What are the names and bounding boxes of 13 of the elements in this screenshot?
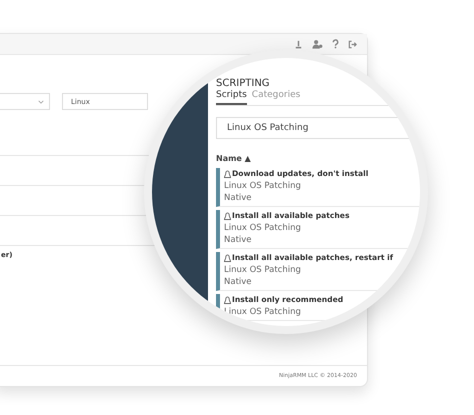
script-category: Linux OS Patching bbox=[224, 222, 302, 234]
section-title: SCRIPTING bbox=[216, 78, 271, 89]
help-icon[interactable] bbox=[332, 39, 339, 49]
column-header[interactable]: Name ▲ bbox=[216, 154, 251, 163]
script-type: Native bbox=[224, 276, 253, 288]
chevron-down-icon bbox=[38, 100, 44, 104]
script-category: Linux OS Patching bbox=[224, 180, 302, 192]
dropdown-field[interactable] bbox=[0, 93, 50, 110]
script-type: Native bbox=[224, 192, 253, 204]
script-category: Linux OS Patching bbox=[224, 264, 302, 276]
tab[interactable]: Scripts bbox=[216, 89, 247, 105]
script-type: Native bbox=[224, 234, 253, 246]
sign-out-icon[interactable] bbox=[348, 40, 357, 48]
